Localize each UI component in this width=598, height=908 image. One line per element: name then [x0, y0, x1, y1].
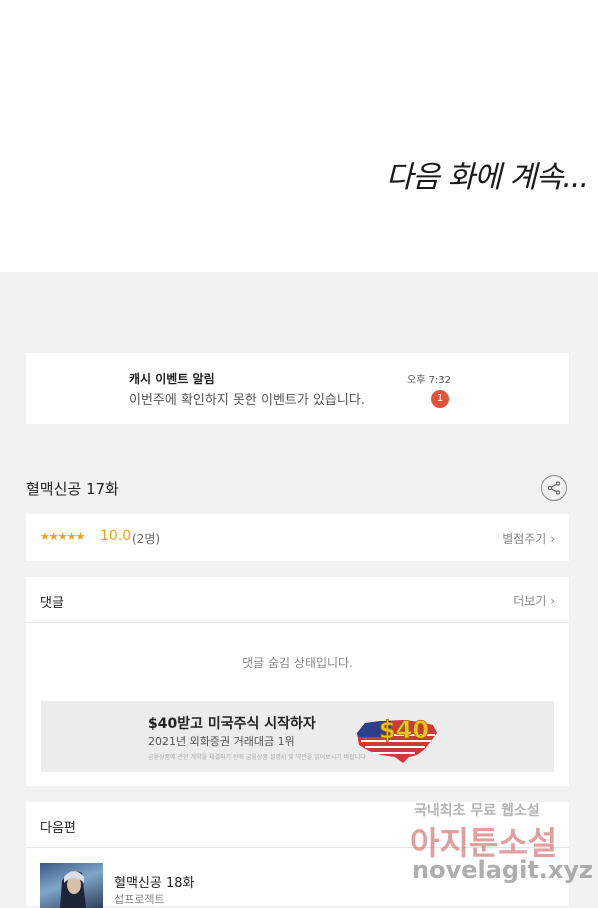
notice-title: 캐시 이벤트 알림	[129, 372, 215, 386]
episode-title: 혈맥신공 17화	[26, 480, 119, 498]
ad-subline: 2021년 외화증권 거래대금 1위	[148, 735, 295, 748]
divider	[26, 622, 569, 623]
chevron-right-icon: ›	[550, 532, 555, 546]
comments-header: 댓글	[40, 596, 64, 611]
notice-description: 이번주에 확인하지 못한 이벤트가 있습니다.	[129, 393, 365, 408]
ad-headline: $40받고 미국주식 시작하자	[148, 716, 316, 732]
rating-bar: ★★★★★ 10.0 (2명) 별점주기 ›	[26, 514, 569, 561]
rate-button-label: 별점주기	[502, 532, 547, 546]
notice-time: 오후 7:32	[407, 375, 452, 386]
notice-count-badge: 1	[431, 390, 449, 408]
watermark-line-3: novelagit.xyz	[412, 856, 594, 884]
webtoon-content-area: 다음 화에 계속...	[0, 0, 598, 272]
ad-art-text: $40	[379, 716, 429, 744]
watermark: 국내최초 무료 웹소설 아지툰소설 novelagit.xyz	[410, 798, 598, 888]
rating-score: 10.0	[100, 528, 132, 544]
next-episode-header: 다음편	[40, 821, 76, 836]
next-episode-title[interactable]: 혈맥신공 18화	[114, 872, 194, 891]
rating-stars: ★★★★★	[40, 530, 85, 543]
next-episode-author: 섭프로젝트	[114, 893, 165, 906]
rating-count: (2명)	[132, 532, 161, 546]
comments-more-button[interactable]: 더보기 ›	[513, 592, 555, 609]
comments-section: 댓글 더보기 › 댓글 숨김 상태입니다. $40받고 미국주식 시작하자 20…	[26, 577, 569, 786]
watermark-line-1: 국내최초 무료 웹소설	[414, 803, 540, 819]
to-be-continued-text: 다음 화에 계속...	[385, 160, 589, 195]
usa-map-ad-art: $40	[357, 716, 437, 763]
ad-banner[interactable]: $40받고 미국주식 시작하자 2021년 외화증권 거래대금 1위 금융상품에…	[41, 701, 554, 772]
character-thumbnail-art	[60, 871, 86, 908]
share-button[interactable]	[541, 475, 567, 501]
cash-event-notice[interactable]: 캐시 이벤트 알림 이번주에 확인하지 못한 이벤트가 있습니다. 오후 7:3…	[26, 353, 569, 424]
chevron-right-icon: ›	[550, 594, 555, 608]
share-icon	[547, 481, 561, 495]
comments-hidden-message: 댓글 숨김 상태입니다.	[242, 656, 353, 670]
rate-button[interactable]: 별점주기 ›	[502, 530, 555, 547]
next-episode-thumbnail[interactable]	[40, 863, 103, 908]
comments-more-label: 더보기	[513, 594, 547, 608]
ad-fine-print: 금융상품에 관한 계약을 체결하기 전에 금융상품 설명서 및 약관을 읽어보시…	[148, 754, 366, 761]
